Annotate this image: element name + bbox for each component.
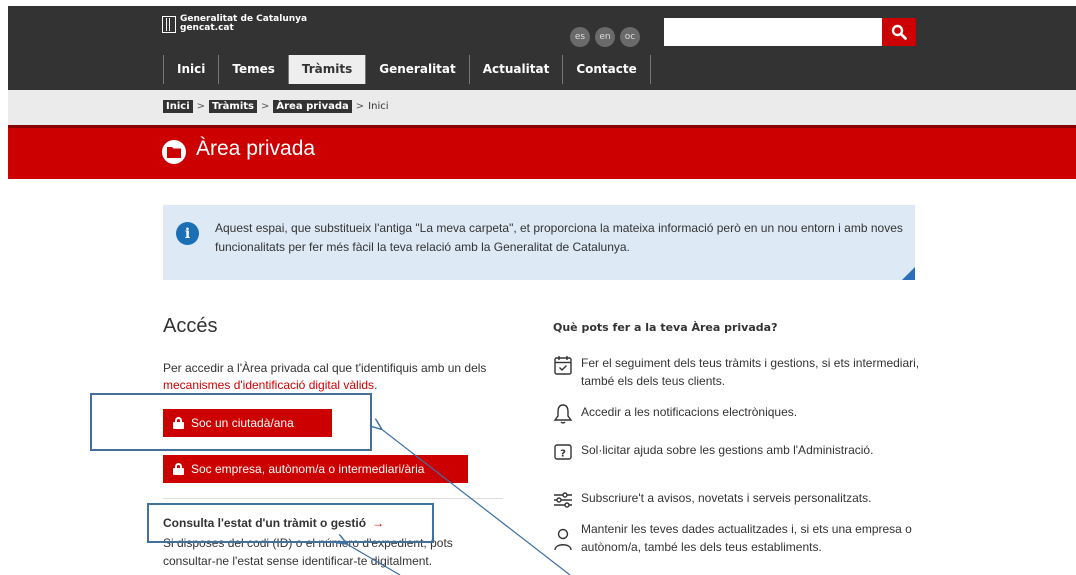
breadcrumb-tramits[interactable]: Tràmits [209, 100, 257, 113]
top-bar: Generalitat de Catalunya gencat.cat es e… [8, 6, 1076, 90]
feature-item: ? Sol·licitar ajuda sobre les gestions a… [553, 441, 923, 463]
calendar-check-icon [554, 356, 572, 375]
page-banner: Àrea privada [8, 125, 1076, 179]
feature-text: Mantenir les teves dades actualitzades i… [581, 522, 912, 554]
feature-text: Sol·licitar ajuda sobre les gestions amb… [581, 443, 874, 457]
info-notice: i Aquest espai, que substitueix l'antiga… [163, 205, 915, 280]
search-input[interactable] [664, 18, 882, 46]
breadcrumb: Inici > Tràmits > Àrea privada > Inici [163, 100, 389, 113]
nav-contacte[interactable]: Contacte [562, 55, 651, 84]
info-corner-decoration [902, 267, 915, 280]
feature-text: Subscriure't a avisos, novetats i servei… [581, 491, 872, 505]
language-switcher: es en oc [570, 27, 640, 47]
folder-icon [162, 140, 186, 164]
access-text-after: . [374, 378, 378, 392]
company-login-button[interactable]: Soc empresa, autònom/a o intermediari/àr… [163, 455, 468, 483]
section-divider [163, 498, 503, 499]
sliders-icon [554, 492, 572, 508]
breadcrumb-area-privada[interactable]: Àrea privada [273, 100, 352, 113]
breadcrumb-separator: > [196, 101, 206, 112]
breadcrumb-bar: Inici > Tràmits > Àrea privada > Inici [8, 90, 1076, 125]
access-description: Per accedir a l'Àrea privada cal que t'i… [163, 360, 503, 394]
breadcrumb-inici[interactable]: Inici [163, 100, 193, 113]
feature-text: Accedir a les notificacions electrònique… [581, 405, 798, 419]
logo-text: Generalitat de Catalunya gencat.cat [180, 15, 307, 33]
nav-generalitat[interactable]: Generalitat [365, 55, 468, 84]
breadcrumb-separator: > [261, 101, 270, 112]
lang-oc[interactable]: oc [620, 27, 640, 47]
nav-temes[interactable]: Temes [218, 55, 288, 84]
main-nav: Inici Temes Tràmits Generalitat Actualit… [163, 55, 651, 84]
search-button[interactable] [882, 18, 916, 46]
feature-text: Fer el seguiment dels teus tràmits i ges… [581, 356, 920, 388]
page-title: Àrea privada [196, 137, 316, 160]
info-icon: i [176, 222, 199, 245]
annotation-highlight-box [90, 393, 372, 451]
logo-line2: gencat.cat [180, 23, 234, 33]
nav-actualitat[interactable]: Actualitat [468, 55, 563, 84]
company-login-label: Soc empresa, autònom/a o intermediari/àr… [191, 462, 425, 476]
user-icon [554, 528, 572, 551]
feature-item: Mantenir les teves dades actualitzades i… [553, 520, 923, 560]
gencat-logo[interactable]: Generalitat de Catalunya gencat.cat [162, 15, 307, 33]
nav-tramits[interactable]: Tràmits [287, 55, 366, 84]
lang-es[interactable]: es [570, 27, 590, 47]
annotation-highlight-box [147, 503, 434, 543]
bell-icon [553, 404, 573, 424]
identification-mechanisms-link[interactable]: mecanismes d'identificació digital vàlid… [163, 378, 374, 392]
access-text-before: Per accedir a l'Àrea privada cal que t'i… [163, 361, 487, 375]
nav-inici[interactable]: Inici [163, 55, 218, 84]
lock-icon [173, 463, 184, 475]
gencat-logo-icon [162, 15, 176, 33]
lang-en[interactable]: en [595, 27, 615, 47]
access-title: Accés [163, 315, 218, 337]
breadcrumb-current: Inici [368, 101, 389, 112]
help-icon: ? [554, 444, 572, 460]
feature-item: Subscriure't a avisos, novetats i servei… [553, 489, 923, 511]
features-title: Què pots fer a la teva Àrea privada? [553, 321, 778, 334]
feature-item: Accedir a les notificacions electrònique… [553, 403, 923, 425]
info-text: Aquest espai, que substitueix l'antiga "… [215, 221, 903, 254]
breadcrumb-separator: > [355, 101, 365, 112]
svg-text:?: ? [560, 449, 566, 460]
search-icon [891, 24, 907, 40]
feature-item: Fer el seguiment dels teus tràmits i ges… [553, 354, 923, 390]
